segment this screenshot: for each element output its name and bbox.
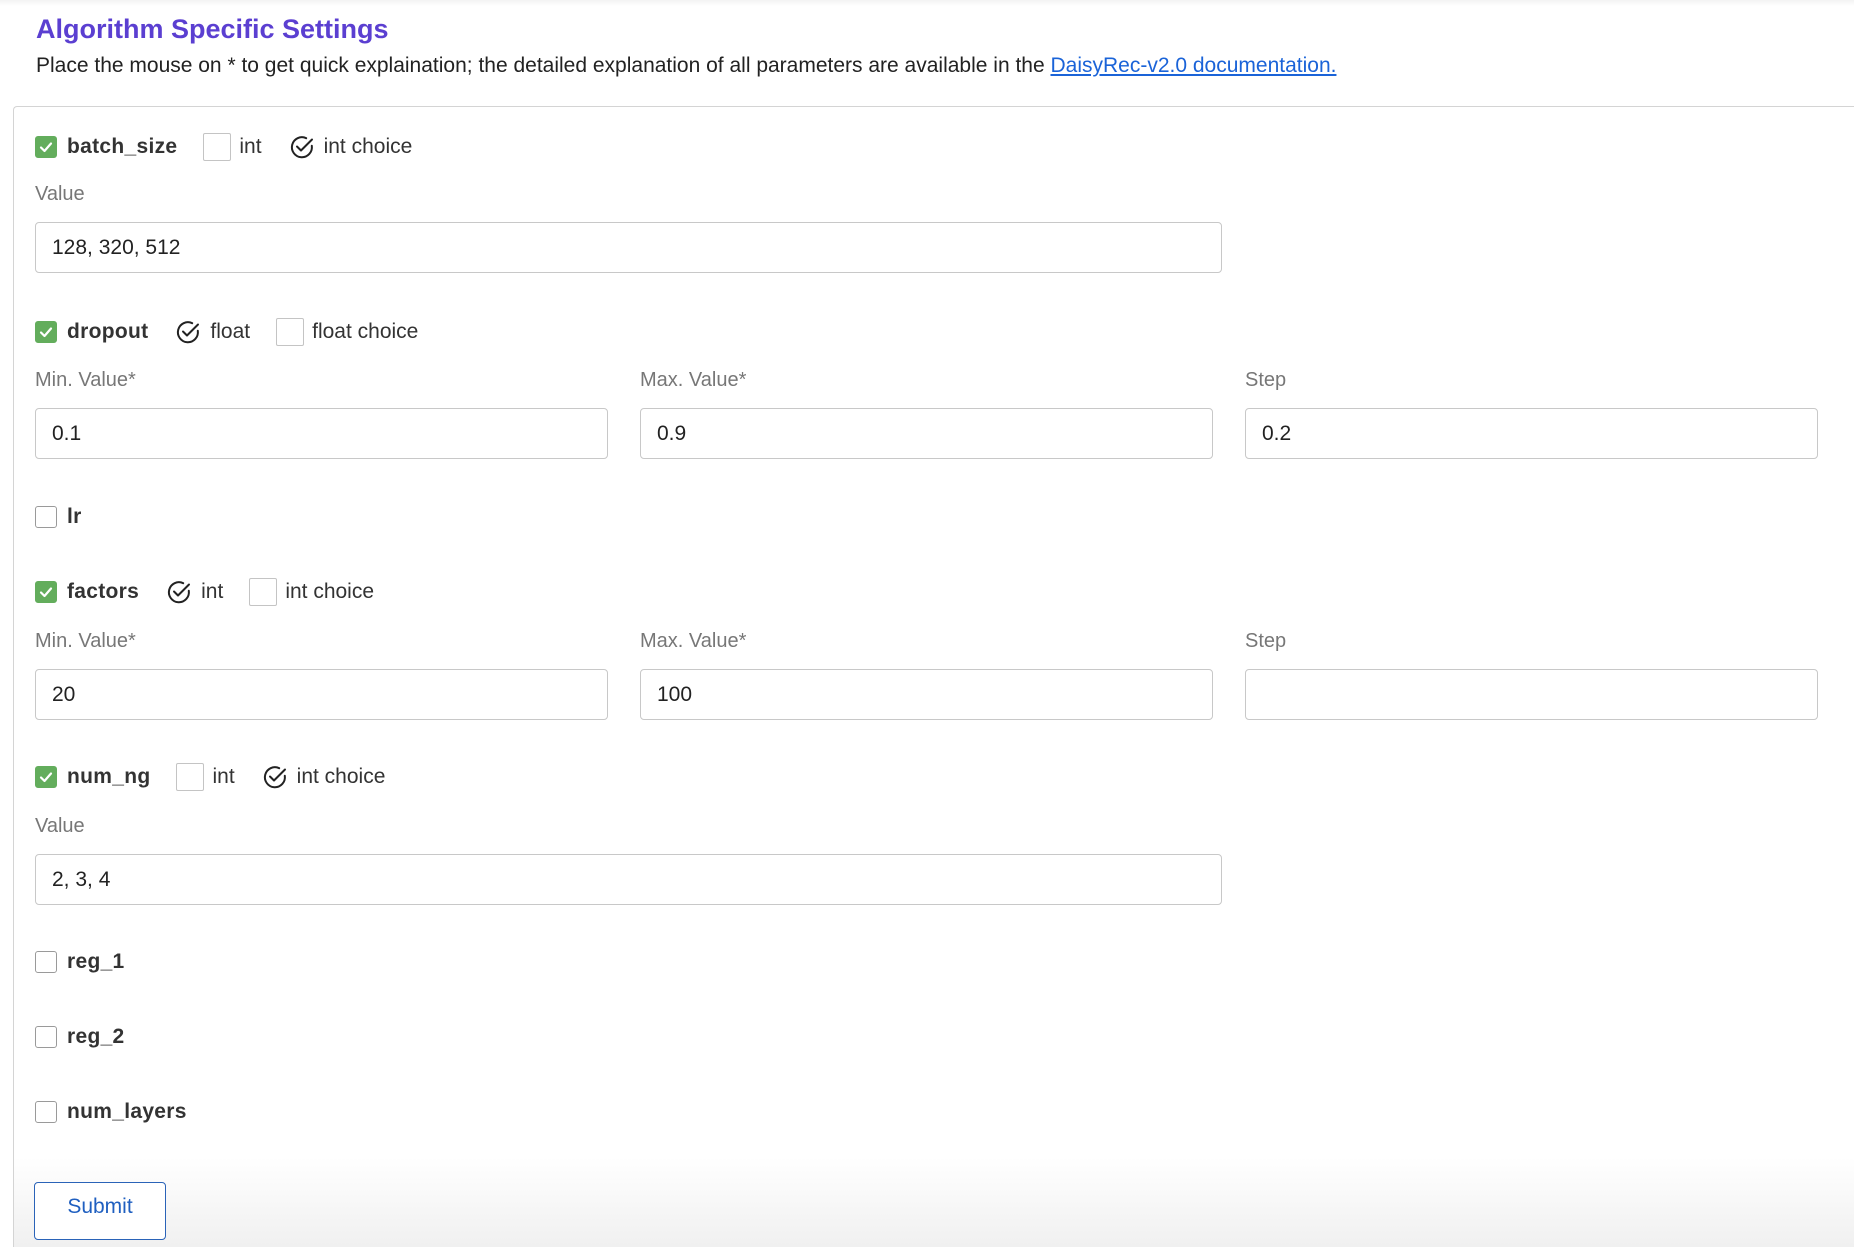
- factors-step-input[interactable]: [1245, 669, 1818, 720]
- param-batch-size: batch_size int int choice: [35, 133, 412, 161]
- factors-checkbox[interactable]: [35, 581, 57, 603]
- num-layers-checkbox[interactable]: [35, 1101, 57, 1123]
- dropout-step-input[interactable]: [1245, 408, 1818, 459]
- num-ng-value-label: Value: [35, 815, 85, 837]
- batch-size-checkbox[interactable]: [35, 136, 57, 158]
- dropout-option-float[interactable]: float: [174, 318, 250, 346]
- reg-2-checkbox[interactable]: [35, 1026, 57, 1048]
- factors-min-label: Min. Value*: [35, 630, 136, 652]
- param-num-ng: num_ng int int choice: [35, 763, 385, 791]
- reg-1-checkbox[interactable]: [35, 951, 57, 973]
- num-ng-int-checkbox[interactable]: [176, 763, 205, 791]
- dropout-max-input[interactable]: [640, 408, 1213, 459]
- submit-button[interactable]: Submit: [34, 1182, 166, 1240]
- num-ng-checkbox[interactable]: [35, 766, 57, 788]
- batch-size-int-label: int: [239, 135, 262, 158]
- dropout-option-float-choice[interactable]: float choice: [276, 318, 418, 346]
- num-ng-value-input[interactable]: [35, 854, 1222, 905]
- check-circle-icon[interactable]: [165, 578, 193, 606]
- num-layers-name: num_layers: [67, 1100, 187, 1123]
- page-title: Algorithm Specific Settings: [36, 14, 389, 44]
- batch-size-name: batch_size: [67, 135, 178, 158]
- check-circle-icon[interactable]: [174, 318, 202, 346]
- factors-int-choice-label: int choice: [285, 580, 375, 603]
- reg-2-name: reg_2: [67, 1025, 125, 1048]
- factors-name: factors: [67, 580, 140, 603]
- num-ng-int-choice-label: int choice: [296, 765, 386, 788]
- check-icon: [39, 327, 53, 338]
- check-circle-icon[interactable]: [288, 133, 316, 161]
- dropout-min-label: Min. Value*: [35, 369, 136, 391]
- batch-size-int-choice-label: int choice: [323, 135, 413, 158]
- num-ng-int-label: int: [212, 765, 235, 788]
- dropout-float-choice-checkbox[interactable]: [276, 318, 305, 346]
- top-shadow: [0, 0, 1854, 6]
- intro-text: Place the mouse on * to get quick explai…: [36, 54, 1336, 78]
- batch-size-option-int-choice[interactable]: int choice: [288, 133, 413, 161]
- param-reg-1: reg_1: [35, 948, 125, 976]
- factors-min-input[interactable]: [35, 669, 608, 720]
- dropout-float-label: float: [210, 320, 251, 343]
- param-lr: lr: [35, 503, 82, 531]
- documentation-link[interactable]: DaisyRec-v2.0 documentation.: [1050, 54, 1336, 77]
- batch-size-option-int[interactable]: int: [203, 133, 262, 161]
- factors-max-input[interactable]: [640, 669, 1213, 720]
- check-icon: [39, 142, 53, 153]
- num-ng-option-int-choice[interactable]: int choice: [261, 763, 386, 791]
- dropout-name: dropout: [67, 320, 149, 343]
- param-num-layers: num_layers: [35, 1098, 187, 1126]
- batch-size-value-input[interactable]: [35, 222, 1222, 273]
- check-circle-icon[interactable]: [261, 763, 289, 791]
- lr-checkbox[interactable]: [35, 506, 57, 528]
- factors-step-label: Step: [1245, 630, 1287, 652]
- param-reg-2: reg_2: [35, 1023, 125, 1051]
- dropout-max-label: Max. Value*: [640, 369, 747, 391]
- factors-int-choice-checkbox[interactable]: [249, 578, 278, 606]
- num-ng-option-int[interactable]: int: [176, 763, 235, 791]
- dropout-step-label: Step: [1245, 369, 1287, 391]
- dropout-checkbox[interactable]: [35, 321, 57, 343]
- reg-1-name: reg_1: [67, 950, 125, 973]
- dropout-min-input[interactable]: [35, 408, 608, 459]
- lr-name: lr: [67, 505, 82, 528]
- factors-option-int[interactable]: int: [165, 578, 223, 606]
- param-dropout: dropout float float choice: [35, 318, 418, 346]
- param-factors: factors int int choice: [35, 578, 374, 606]
- batch-size-value-label: Value: [35, 183, 85, 205]
- batch-size-int-checkbox[interactable]: [203, 133, 232, 161]
- intro-sentence: Place the mouse on * to get quick explai…: [36, 54, 1051, 77]
- factors-option-int-choice[interactable]: int choice: [249, 578, 374, 606]
- dropout-float-choice-label: float choice: [312, 320, 419, 343]
- check-icon: [39, 587, 53, 598]
- num-ng-name: num_ng: [67, 765, 151, 788]
- factors-max-label: Max. Value*: [640, 630, 747, 652]
- factors-int-label: int: [201, 580, 224, 603]
- check-icon: [39, 772, 53, 783]
